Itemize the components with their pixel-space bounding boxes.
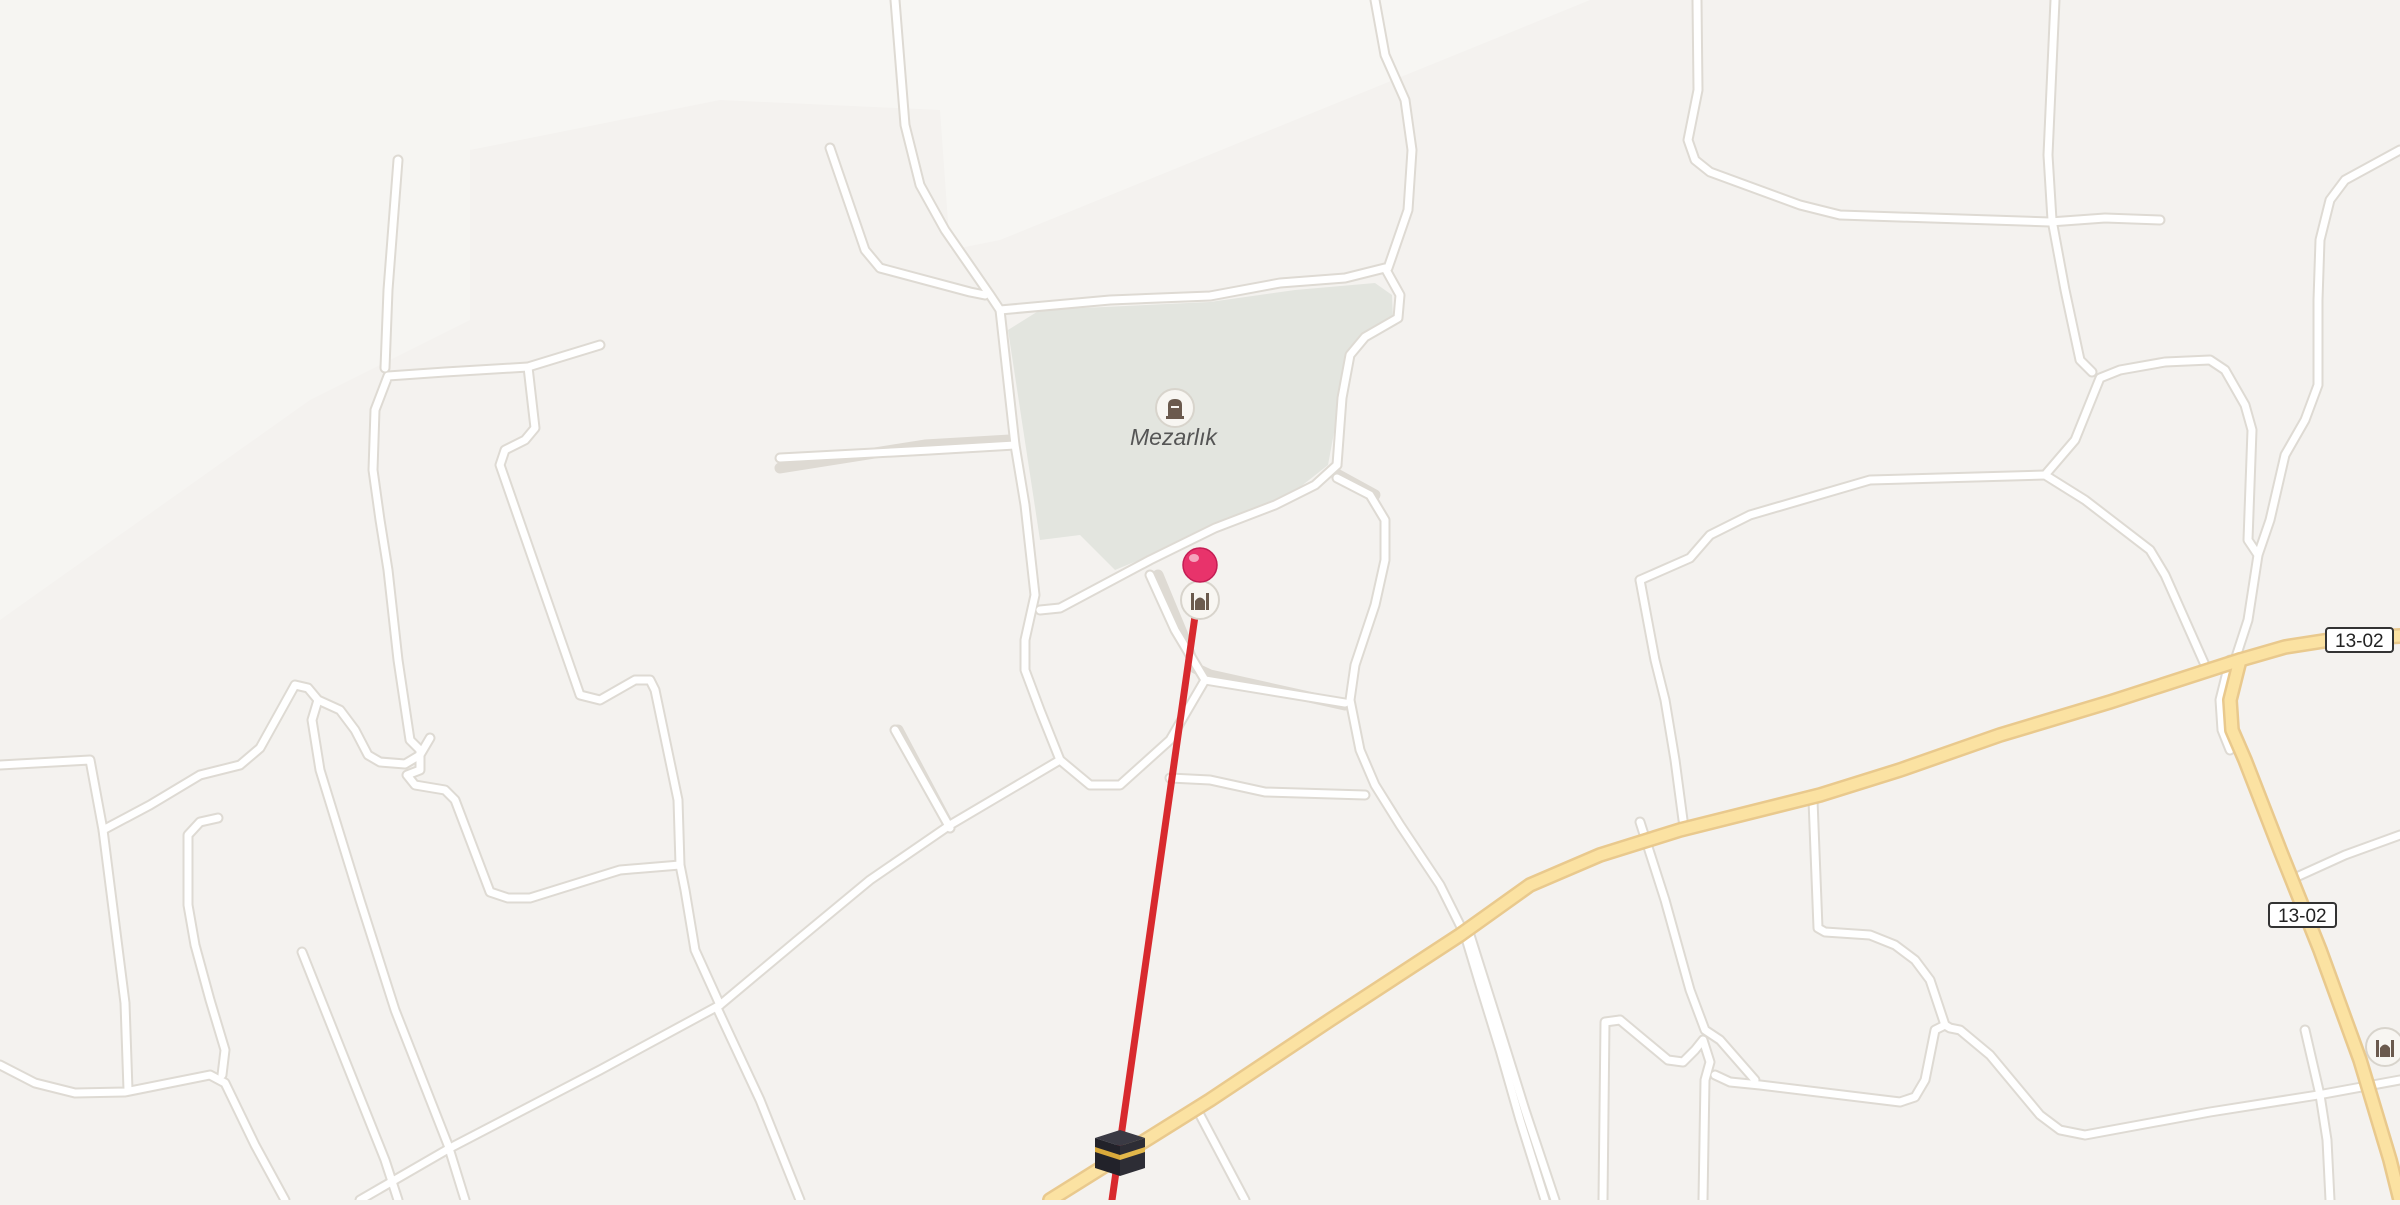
location-pin-icon[interactable] [1180, 545, 1220, 585]
mosque-icon[interactable] [2365, 1027, 2400, 1067]
land-patch [310, 0, 1590, 320]
map-canvas[interactable]: Mezarlık 13-02 13-02 [0, 0, 2400, 1205]
grave-icon[interactable] [1155, 388, 1195, 428]
land-patch [0, 0, 470, 620]
route-shield[interactable]: 13-02 [2268, 902, 2337, 928]
route-shield[interactable]: 13-02 [2325, 627, 2394, 653]
grave-glyph [1166, 399, 1184, 419]
mosque-glyph [1191, 593, 1209, 610]
mosque-glyph [2376, 1040, 2394, 1057]
mosque-icon[interactable] [1180, 580, 1220, 620]
kaaba-icon[interactable] [1090, 1122, 1150, 1182]
cemetery-label[interactable]: Mezarlık [1130, 424, 1217, 451]
